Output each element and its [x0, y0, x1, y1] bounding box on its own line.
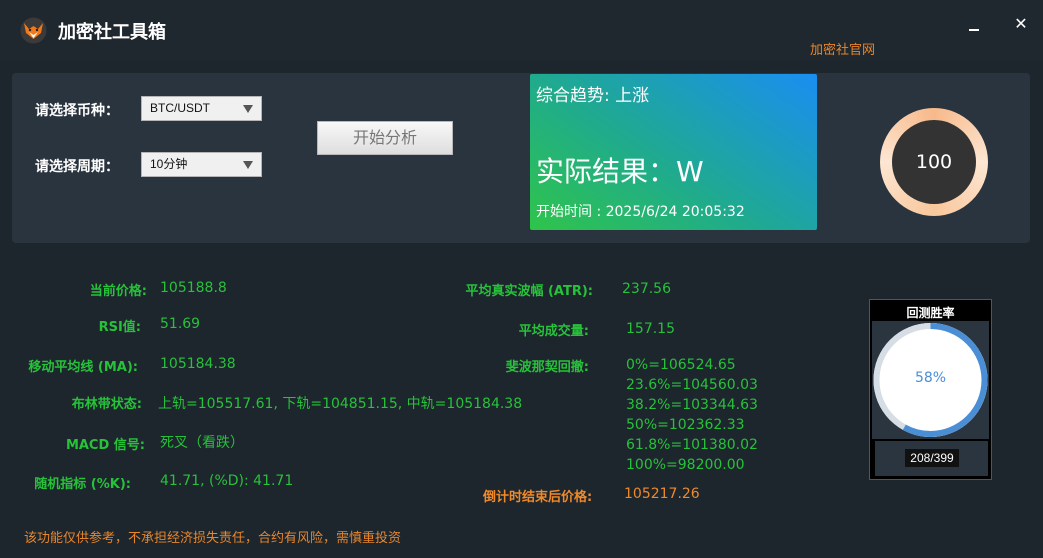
- fibonacci-label: 斐波那契回撤:: [505, 360, 589, 375]
- period-select-value: 10分钟: [150, 157, 188, 171]
- winrate-panel: 回测胜率 58% 208/399: [869, 299, 992, 480]
- fibonacci-level: 100%=98200.00: [626, 457, 745, 473]
- period-label: 请选择周期：: [35, 159, 119, 175]
- start-time-text: 开始时间 : 2025/6/24 20:05:32: [536, 204, 745, 220]
- stochastic-label: 随机指标 (%K):: [34, 477, 131, 492]
- volume-label: 平均成交量:: [518, 324, 589, 339]
- close-icon[interactable]: ✕: [1011, 14, 1031, 34]
- ma-label: 移动平均线 (MA):: [28, 360, 138, 375]
- title-bar: 加密社工具箱 ✕ 加密社官网: [0, 0, 1043, 60]
- trend-text: 综合趋势: 上涨: [536, 86, 650, 106]
- fox-logo-icon: [20, 17, 47, 44]
- period-select[interactable]: 10分钟: [141, 152, 262, 177]
- score-value: 100: [892, 120, 976, 204]
- atr-label: 平均真实波幅 (ATR):: [465, 284, 593, 299]
- stochastic-value: 41.71, (%D): 41.71: [160, 473, 294, 489]
- price-label: 当前价格:: [89, 284, 147, 299]
- official-site-link[interactable]: 加密社官网: [810, 39, 875, 58]
- score-gauge: 100: [880, 108, 988, 216]
- winrate-footer: 208/399: [875, 441, 988, 476]
- coin-select[interactable]: BTC/USDT: [141, 96, 262, 121]
- winrate-percent: 58%: [914, 370, 947, 386]
- volume-value: 157.15: [626, 321, 675, 337]
- fibonacci-level: 23.6%=104560.03: [626, 377, 758, 393]
- fibonacci-list: 0%=106524.65 23.6%=104560.03 38.2%=10334…: [626, 355, 758, 475]
- app-title: 加密社工具箱: [58, 22, 166, 43]
- fibonacci-level: 38.2%=103344.63: [626, 397, 758, 413]
- price-value: 105188.8: [160, 280, 227, 296]
- fibonacci-level: 50%=102362.33: [626, 417, 745, 433]
- final-price-value: 105217.26: [624, 486, 700, 502]
- ma-value: 105184.38: [160, 356, 236, 372]
- minimize-icon[interactable]: [964, 14, 984, 34]
- atr-value: 237.56: [622, 281, 671, 297]
- rsi-value: 51.69: [160, 316, 201, 332]
- final-price-label: 倒计时结束后价格:: [483, 490, 593, 505]
- chevron-down-icon: [243, 161, 253, 169]
- disclaimer-text: 该功能仅供参考，不承担经济损失责任，合约有风险，需慎重投资: [24, 531, 402, 546]
- winrate-gauge-area: 58%: [872, 321, 989, 439]
- bollinger-value: 上轨=105517.61, 下轨=104851.15, 中轨=105184.38: [158, 396, 523, 412]
- actual-result-text: 实际结果：W: [536, 155, 704, 188]
- result-card: 综合趋势: 上涨 实际结果：W 开始时间 : 2025/6/24 20:05:3…: [530, 74, 817, 230]
- winrate-count: 208/399: [905, 449, 959, 467]
- winrate-title: 回测胜率: [906, 306, 955, 320]
- chevron-down-icon: [243, 105, 253, 113]
- rsi-label: RSI值:: [98, 320, 141, 335]
- start-analysis-button[interactable]: 开始分析: [317, 121, 453, 155]
- macd-label: MACD 信号:: [65, 438, 145, 453]
- coin-select-value: BTC/USDT: [150, 101, 210, 115]
- macd-value: 死叉（看跌）: [160, 435, 244, 451]
- fibonacci-level: 0%=106524.65: [626, 357, 736, 373]
- coin-label: 请选择币种：: [35, 103, 119, 119]
- fibonacci-level: 61.8%=101380.02: [626, 437, 758, 453]
- bollinger-label: 布林带状态:: [71, 397, 142, 412]
